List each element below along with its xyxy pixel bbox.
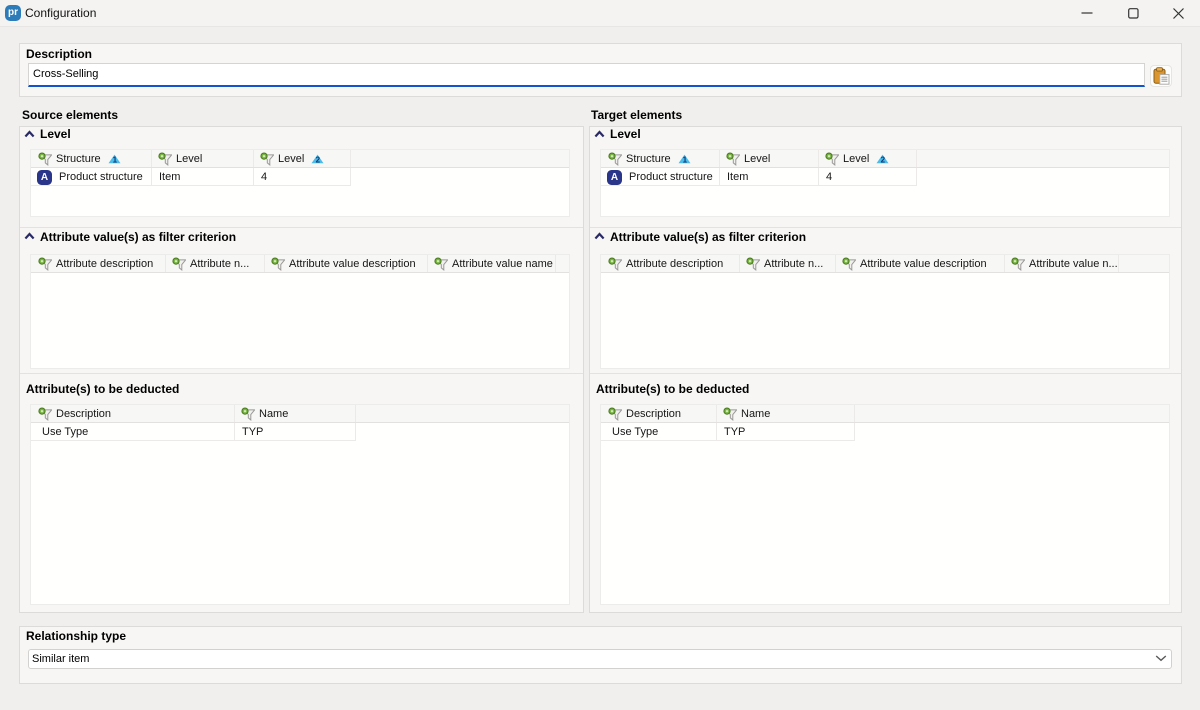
svg-text:2: 2 — [316, 155, 321, 163]
svg-text:1: 1 — [682, 155, 687, 163]
svg-text:2: 2 — [881, 155, 886, 163]
svg-text:1: 1 — [112, 155, 117, 163]
